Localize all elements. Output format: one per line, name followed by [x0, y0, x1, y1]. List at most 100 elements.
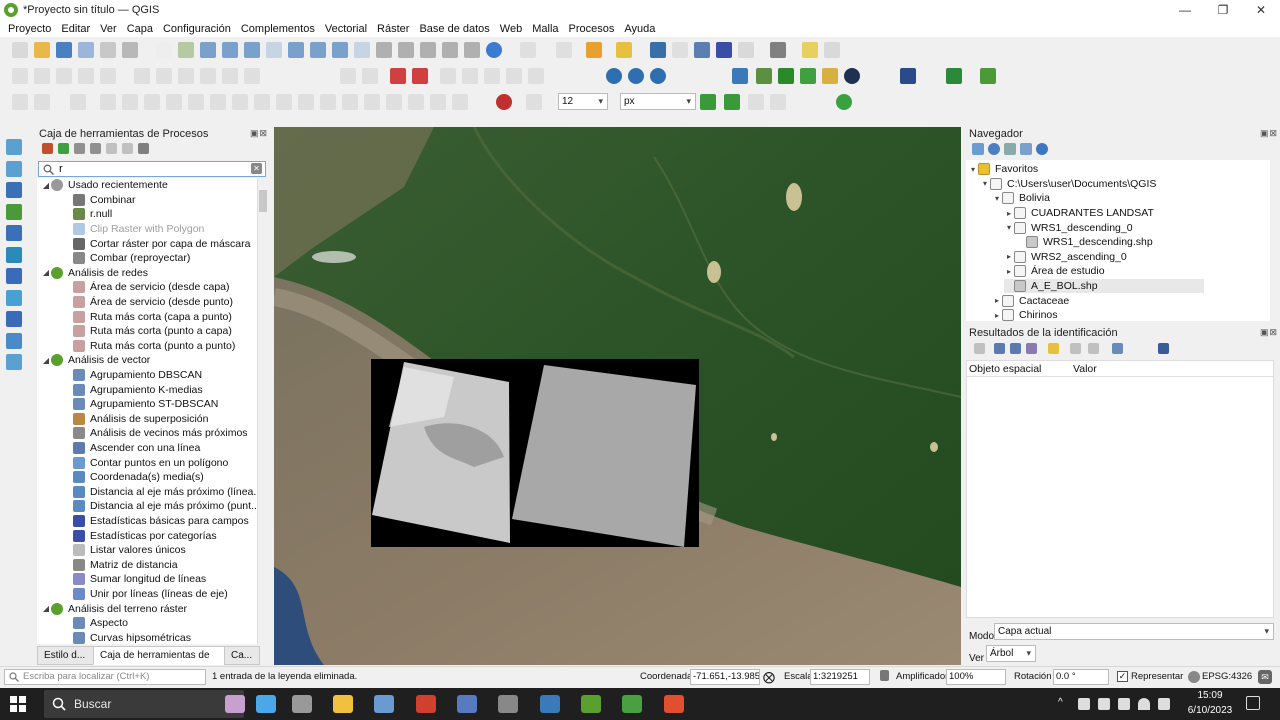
toolbox-scrollbar[interactable] — [257, 178, 268, 644]
navigator-scrollbar[interactable] — [1271, 160, 1280, 321]
plugin-layer-icon[interactable] — [800, 68, 816, 84]
label-tool-icon[interactable] — [340, 68, 356, 84]
move-label-icon[interactable] — [440, 68, 456, 84]
add-selected-layers-icon[interactable] — [972, 143, 984, 155]
toolbox-scroll-thumb[interactable] — [259, 190, 267, 212]
label-text-icon[interactable] — [528, 68, 544, 84]
collapse-icon[interactable] — [1010, 343, 1021, 354]
toolbox-algorithm[interactable]: Listar valores únicos — [73, 543, 186, 558]
toolbox-algorithm[interactable]: Sumar longitud de líneas — [73, 572, 206, 587]
processing-toolbox-icon[interactable] — [694, 42, 710, 58]
label-props-icon[interactable] — [484, 68, 500, 84]
toolbox-algorithm[interactable]: Combar (reproyectar) — [73, 251, 190, 266]
trim-extend-icon[interactable] — [298, 94, 314, 110]
earth-icon[interactable] — [540, 695, 560, 713]
add-spatialite-icon[interactable] — [6, 246, 22, 263]
plugin-globe-icon[interactable] — [844, 68, 860, 84]
help-icon[interactable] — [900, 68, 916, 84]
leaf-plugin-icon[interactable] — [980, 68, 996, 84]
expand-arrow-icon[interactable]: ◢ — [41, 181, 51, 190]
offset-point-icon[interactable] — [452, 94, 468, 110]
tray-volume-icon[interactable] — [1158, 698, 1170, 710]
new-project-icon[interactable] — [12, 42, 28, 58]
identify-mode-select[interactable]: Capa actual — [994, 623, 1274, 640]
toolbox-algorithm[interactable]: Agrupamiento DBSCAN — [73, 368, 202, 383]
zoom-native-icon[interactable] — [310, 42, 326, 58]
save-as-icon[interactable] — [78, 42, 94, 58]
menu-item[interactable]: Ver — [95, 23, 122, 35]
expand-arrow-icon[interactable]: ▸ — [1004, 209, 1014, 218]
dock-tab[interactable]: Caja de herramientas de Pr... — [93, 646, 225, 679]
add-wcs-icon[interactable] — [6, 332, 22, 349]
add-geopackage-icon[interactable] — [6, 225, 22, 241]
move-feature-icon[interactable] — [342, 94, 358, 110]
expand-arrow-icon[interactable]: ▾ — [992, 194, 1002, 203]
offset-curve-icon[interactable] — [188, 94, 204, 110]
tray-wifi-icon[interactable] — [1138, 698, 1150, 710]
collapse-all-icon[interactable] — [1020, 143, 1032, 155]
deselect-icon[interactable] — [586, 42, 602, 58]
models-icon[interactable] — [42, 143, 53, 154]
clear-search-icon[interactable]: ✕ — [251, 163, 262, 174]
toolbox-algorithm[interactable]: Agrupamiento K-medias — [73, 382, 203, 397]
r-app-icon[interactable] — [457, 695, 477, 713]
attribute-table-icon[interactable] — [672, 42, 688, 58]
add-wms-icon[interactable] — [6, 289, 22, 306]
simplify-icon[interactable] — [166, 94, 182, 110]
zoom-next-icon[interactable] — [354, 42, 370, 58]
plugin-hex-icon[interactable] — [836, 94, 852, 110]
menu-item[interactable]: Ayuda — [619, 23, 660, 35]
expand-arrow-icon[interactable]: ▾ — [1004, 223, 1014, 232]
add-ring-icon[interactable] — [34, 94, 50, 110]
tips-icon[interactable] — [464, 42, 480, 58]
symbol-size-spinbox[interactable]: 12 — [558, 93, 608, 110]
menu-item[interactable]: Configuración — [158, 23, 236, 35]
toolbox-algorithm[interactable]: Ruta más corta (punto a punto) — [73, 339, 235, 354]
scale-select[interactable]: 1:3219251 — [810, 669, 870, 685]
close-button[interactable]: ✕ — [1242, 0, 1280, 20]
new-shapefile-icon[interactable] — [6, 354, 22, 370]
toolbox-algorithm[interactable]: Área de servicio (desde capa) — [73, 280, 230, 295]
browser-item[interactable]: ▸ Cactaceae — [992, 293, 1069, 308]
toolbox-group[interactable]: ◢ Análisis de vector — [41, 353, 150, 368]
paste-features-icon[interactable] — [200, 68, 216, 84]
delete-annot-icon[interactable] — [748, 94, 764, 110]
menu-item[interactable]: Complementos — [236, 23, 320, 35]
options-icon[interactable] — [824, 42, 840, 58]
toolbox-algorithm[interactable]: Área de servicio (desde punto) — [73, 295, 233, 310]
print-icon[interactable] — [1088, 343, 1099, 354]
expand-arrow-icon[interactable]: ▾ — [980, 179, 990, 188]
browser-item[interactable]: ▸ Área de estudio — [1004, 264, 1105, 279]
toolbox-algorithm[interactable]: Agrupamiento ST-DBSCAN — [73, 397, 218, 412]
browser-item[interactable]: ▾ Favoritos — [968, 162, 1038, 177]
add-postgis-icon[interactable] — [6, 268, 22, 284]
taskbar-search[interactable]: Buscar — [44, 690, 244, 718]
toolbox-float-close-icons[interactable]: ▣⊠ — [250, 128, 268, 139]
toolbox-algorithm[interactable]: Coordenada(s) media(s) — [73, 470, 204, 485]
menu-item[interactable]: Proyecto — [3, 23, 56, 35]
clock-date[interactable]: 6/10/2023 — [1180, 705, 1240, 716]
snapping-icon[interactable] — [526, 94, 542, 110]
expand-arrow-icon[interactable]: ◢ — [41, 268, 51, 277]
show-labels-icon[interactable] — [390, 68, 406, 84]
add-vector-layer-icon[interactable] — [6, 139, 22, 155]
field-calc-icon[interactable] — [738, 42, 754, 58]
browser-item[interactable]: ▸ CUADRANTES LANDSAT — [1004, 206, 1154, 221]
zoom-selection-icon[interactable] — [266, 42, 282, 58]
menu-item[interactable]: Procesos — [564, 23, 620, 35]
menu-item[interactable]: Capa — [122, 23, 158, 35]
toolbox-algorithm[interactable]: Curvas hipsométricas — [73, 631, 191, 644]
toolbox-algorithm[interactable]: Estadísticas por categorías — [73, 528, 217, 543]
print-layout-icon[interactable] — [100, 42, 116, 58]
edit-features-icon[interactable] — [106, 143, 117, 154]
zoom-full-icon[interactable] — [244, 42, 260, 58]
maximize-button[interactable]: ❐ — [1204, 0, 1242, 20]
fill-ring-icon[interactable] — [210, 94, 226, 110]
toolbox-algorithm[interactable]: Contar puntos en un polígono — [73, 455, 228, 470]
scripts-icon[interactable] — [58, 143, 69, 154]
expand-arrow-icon[interactable]: ▸ — [1004, 252, 1014, 261]
render-checkbox[interactable]: ✓ — [1117, 671, 1128, 682]
navigator-float-close-icons[interactable]: ▣⊠ — [1260, 128, 1278, 139]
toolbox-algorithm[interactable]: Análisis de superposición — [73, 412, 208, 427]
delete-ring-icon[interactable] — [232, 94, 248, 110]
